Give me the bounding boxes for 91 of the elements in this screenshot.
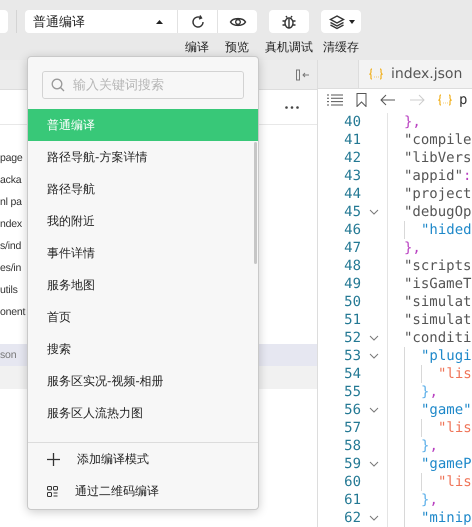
code-line: "isGameT — [403, 275, 472, 293]
menu-item[interactable]: 事件详情 — [28, 237, 258, 269]
code-line: "conditi — [403, 329, 472, 347]
menu-item[interactable]: 路径导航 — [28, 173, 258, 205]
code-line: "simulat — [403, 293, 472, 311]
menu-action[interactable]: 添加编译模式 — [28, 443, 258, 475]
code-line: "plugi — [388, 347, 472, 365]
line-number: 47 — [343, 240, 361, 256]
line-number: 55 — [343, 384, 361, 400]
chevron-down-icon[interactable] — [369, 461, 379, 467]
menu-item[interactable]: 我的附近 — [28, 205, 258, 237]
collapse-panel-icon[interactable] — [296, 68, 310, 80]
line-number: 56 — [343, 402, 361, 418]
line-number: 59 — [343, 456, 361, 472]
line-number: 50 — [343, 294, 361, 310]
chevron-down-icon[interactable] — [369, 335, 379, 341]
code-line: "project — [403, 185, 472, 203]
preview-button[interactable] — [217, 10, 257, 33]
code-line: "minip — [388, 509, 472, 527]
toolbar-label: 清缓存 — [323, 39, 359, 56]
code-line: "scripts — [403, 257, 472, 275]
json-file-icon — [369, 68, 383, 80]
line-number: 43 — [343, 168, 361, 184]
line-number: 40 — [343, 114, 361, 130]
toolbar-label: 编译 — [185, 39, 209, 56]
toolbar-label: 真机调试 — [265, 39, 313, 56]
code-line: }, — [388, 383, 438, 401]
code-line: "gameP — [388, 455, 472, 473]
line-number: 45 — [343, 204, 361, 220]
line-number: 48 — [343, 258, 361, 274]
code-line: "lis — [388, 473, 472, 491]
breadcrumb[interactable]: p — [459, 92, 468, 108]
json-file-icon — [438, 94, 452, 106]
line-number: 52 — [343, 330, 361, 346]
line-number: 41 — [343, 132, 361, 148]
bookmark-icon[interactable] — [356, 93, 367, 107]
line-number: 44 — [343, 186, 361, 202]
chevron-down-icon[interactable] — [369, 515, 379, 521]
line-number: 46 — [343, 222, 361, 238]
layers-icon — [328, 12, 346, 30]
code-line: "hided — [388, 221, 472, 239]
line-number: 58 — [343, 438, 361, 454]
chevron-down-icon[interactable] — [369, 407, 379, 413]
code-line: "debugOp — [403, 203, 472, 221]
debug-button[interactable] — [269, 10, 309, 33]
code-line: "lis — [388, 419, 472, 437]
code-line: "lis — [388, 365, 472, 383]
more-icon[interactable] — [285, 106, 299, 108]
code-line: }, — [388, 491, 438, 509]
line-number: 61 — [343, 492, 361, 508]
qr-code-icon — [47, 486, 58, 496]
clear-cache-button[interactable] — [321, 10, 361, 33]
editor-tab[interactable]: index.json — [358, 60, 472, 88]
line-number: 54 — [343, 366, 361, 382]
code-line: }, — [403, 239, 421, 257]
search-box[interactable]: 输入关键词搜索 — [42, 71, 244, 99]
menu-item[interactable]: 服务区实况-视频-相册 — [28, 365, 258, 397]
search-field[interactable]: 输入关键词搜索 — [73, 73, 243, 97]
menu-item[interactable]: 首页 — [28, 301, 258, 333]
line-number: 62 — [343, 510, 361, 526]
line-number: 49 — [343, 276, 361, 292]
line-number: 60 — [343, 474, 361, 490]
code-line: }, — [388, 437, 438, 455]
list-icon[interactable] — [327, 94, 343, 106]
search-icon — [51, 78, 65, 92]
toolbar-label: 预览 — [225, 39, 249, 56]
menu-item[interactable]: 服务地图 — [28, 269, 258, 301]
code-line: "game" — [388, 401, 472, 419]
line-number: 53 — [343, 348, 361, 364]
caret-icon — [156, 20, 163, 24]
chevron-down-icon[interactable] — [369, 353, 379, 359]
menu-action[interactable]: 通过二维码编译 — [28, 475, 258, 507]
menu-item[interactable]: 搜索 — [28, 333, 258, 365]
line-number: 51 — [343, 312, 361, 328]
line-number: 42 — [343, 150, 361, 166]
compile-mode-dropdown[interactable]: 普通编译 — [25, 10, 177, 33]
plus-icon — [47, 452, 60, 466]
code-line: "appid": — [403, 167, 472, 185]
code-line: }, — [403, 113, 421, 131]
chevron-down-icon[interactable] — [369, 209, 379, 215]
code-line: "compile — [403, 131, 472, 149]
caret-icon — [348, 20, 354, 24]
code-line: "libVers — [403, 149, 472, 167]
action-label: 通过二维码编译 — [75, 482, 159, 500]
menu-item[interactable]: 路径导航-方案详情 — [28, 141, 258, 173]
code-line: "simulat — [403, 311, 472, 329]
menu-item[interactable]: 服务区人流热力图 — [28, 397, 258, 429]
back-arrow-icon[interactable] — [380, 94, 396, 106]
compile-button[interactable] — [177, 10, 217, 33]
action-label: 添加编译模式 — [77, 450, 149, 468]
line-number: 57 — [343, 420, 361, 436]
